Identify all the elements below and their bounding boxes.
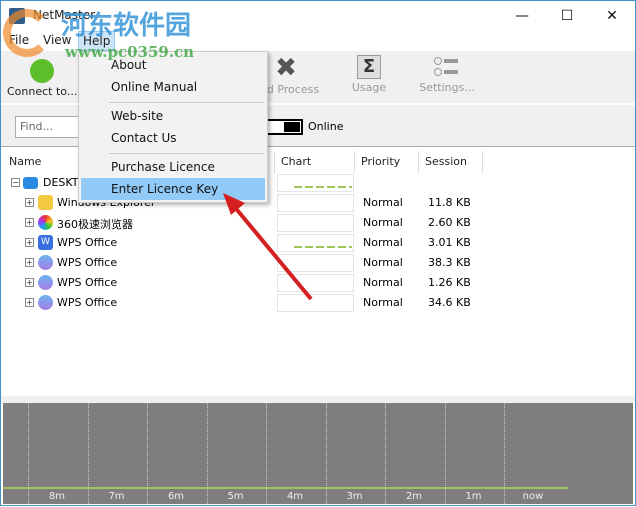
red-arrow-annotation bbox=[223, 193, 313, 301]
watermark-logo bbox=[3, 9, 51, 57]
netmaster-window: NetMaster — ☐ ✕ File View Help Connect t… bbox=[0, 0, 636, 506]
watermark-url: www.pc0359.cn bbox=[65, 43, 195, 61]
watermark-site-name: 河东软件园 bbox=[61, 11, 192, 41]
